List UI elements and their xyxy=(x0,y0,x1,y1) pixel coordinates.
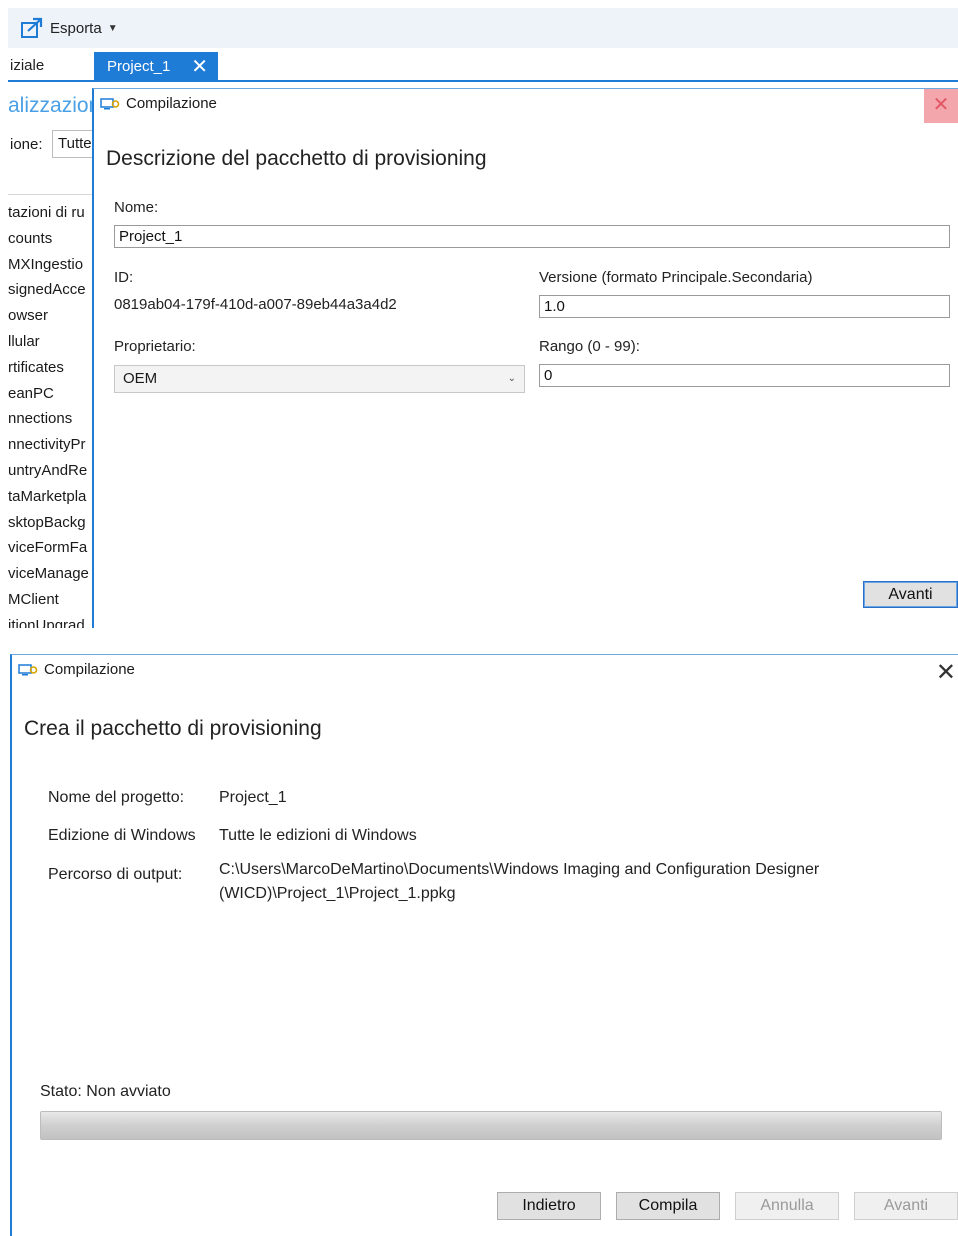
tree-item[interactable]: viceFormFa xyxy=(8,535,89,561)
name-label: Nome: xyxy=(114,199,159,216)
dialog-heading: Descrizione del pacchetto di provisionin… xyxy=(106,147,487,170)
dialog-title: Compilazione xyxy=(126,95,217,112)
tree-item[interactable]: MClient xyxy=(8,587,89,613)
toolbar: Esporta ▼ xyxy=(8,8,958,48)
dialog-heading: Crea il pacchetto di provisioning xyxy=(24,717,322,740)
close-tab-icon[interactable]: ✕ xyxy=(191,52,208,82)
build-icon xyxy=(100,97,120,109)
tab-bar: iziale Project_1 ✕ xyxy=(8,52,958,82)
name-input[interactable] xyxy=(114,225,950,248)
tree-item[interactable]: tazioni di ru xyxy=(8,200,89,226)
tree-item[interactable]: eanPC xyxy=(8,381,89,407)
version-label: Versione (formato Principale.Secondaria) xyxy=(539,269,813,286)
owner-label: Proprietario: xyxy=(114,338,196,355)
rank-input[interactable] xyxy=(539,364,950,387)
tree-item[interactable]: counts xyxy=(8,226,89,252)
build-icon xyxy=(18,663,38,675)
tab-project[interactable]: Project_1 ✕ xyxy=(94,52,218,82)
status-text: Stato: Non avviato xyxy=(40,1083,171,1101)
tree-item[interactable]: viceManage xyxy=(8,561,89,587)
tree-item[interactable]: nnections xyxy=(8,406,89,432)
status-value: Non avviato xyxy=(86,1083,171,1100)
next-button[interactable]: Avanti xyxy=(854,1192,958,1220)
version-input[interactable] xyxy=(539,295,950,318)
tree-item[interactable]: llular xyxy=(8,329,89,355)
build-progress-bar xyxy=(40,1111,942,1140)
id-value: 0819ab04-179f-410d-a007-89eb44a3a4d2 xyxy=(114,296,397,313)
close-icon[interactable]: ✕ xyxy=(936,659,956,687)
customization-pane: alizzazion ione: Tutte tazioni di ru cou… xyxy=(8,86,94,628)
build-dialog-create: Compilazione ✕ Crea il pacchetto di prov… xyxy=(10,654,958,1236)
tree-item[interactable]: rtificates xyxy=(8,355,89,381)
tree-item[interactable]: nnectivityPr xyxy=(8,432,89,458)
build-button[interactable]: Compila xyxy=(616,1192,720,1220)
cancel-button[interactable]: Annulla xyxy=(735,1192,839,1220)
tree-item[interactable]: sktopBackg xyxy=(8,510,89,536)
tree-item[interactable]: itionUpgrad xyxy=(8,613,89,628)
close-icon[interactable]: ✕ xyxy=(924,89,958,123)
output-path-label: Percorso di output: xyxy=(48,866,183,883)
edition-label: Edizione di Windows xyxy=(48,827,196,844)
chevron-down-icon: ⌄ xyxy=(507,373,516,384)
tab-project-label: Project_1 xyxy=(107,58,171,75)
filter-label: ione: xyxy=(10,136,43,153)
project-name-label: Nome del progetto: xyxy=(48,789,185,806)
export-menu-button[interactable]: Esporta xyxy=(50,20,102,37)
status-label: Stato: xyxy=(40,1083,82,1100)
edition-value: Tutte le edizioni di Windows xyxy=(219,827,417,844)
owner-selected-value: OEM xyxy=(123,370,158,387)
tree-item[interactable]: untryAndRe xyxy=(8,458,89,484)
build-dialog-description: Compilazione ✕ Descrizione del pacchetto… xyxy=(92,88,958,628)
output-path-value: C:\Users\MarcoDeMartino\Documents\Window… xyxy=(219,861,820,902)
tree-item[interactable]: taMarketpla xyxy=(8,484,89,510)
dialog-title-bar: Compilazione xyxy=(100,95,217,112)
dialog-title-bar: Compilazione xyxy=(18,661,135,678)
dialog-title: Compilazione xyxy=(44,661,135,678)
owner-select[interactable]: OEM ⌄ xyxy=(114,365,525,393)
filter-select[interactable]: Tutte xyxy=(52,130,94,158)
tree-item[interactable]: signedAcce xyxy=(8,277,89,303)
divider xyxy=(8,194,94,195)
settings-tree: tazioni di ru counts MXIngestio signedAc… xyxy=(8,200,89,628)
tab-home[interactable]: iziale xyxy=(8,52,44,80)
project-name-value: Project_1 xyxy=(219,789,287,806)
export-icon xyxy=(21,17,43,38)
back-button[interactable]: Indietro xyxy=(497,1192,601,1220)
chevron-down-icon[interactable]: ▼ xyxy=(108,23,118,34)
id-label: ID: xyxy=(114,269,134,286)
rank-label: Rango (0 - 99): xyxy=(539,338,640,355)
tree-item[interactable]: owser xyxy=(8,303,89,329)
next-button[interactable]: Avanti xyxy=(863,581,958,608)
pane-heading: alizzazion xyxy=(8,94,94,117)
tree-item[interactable]: MXIngestio xyxy=(8,252,89,278)
